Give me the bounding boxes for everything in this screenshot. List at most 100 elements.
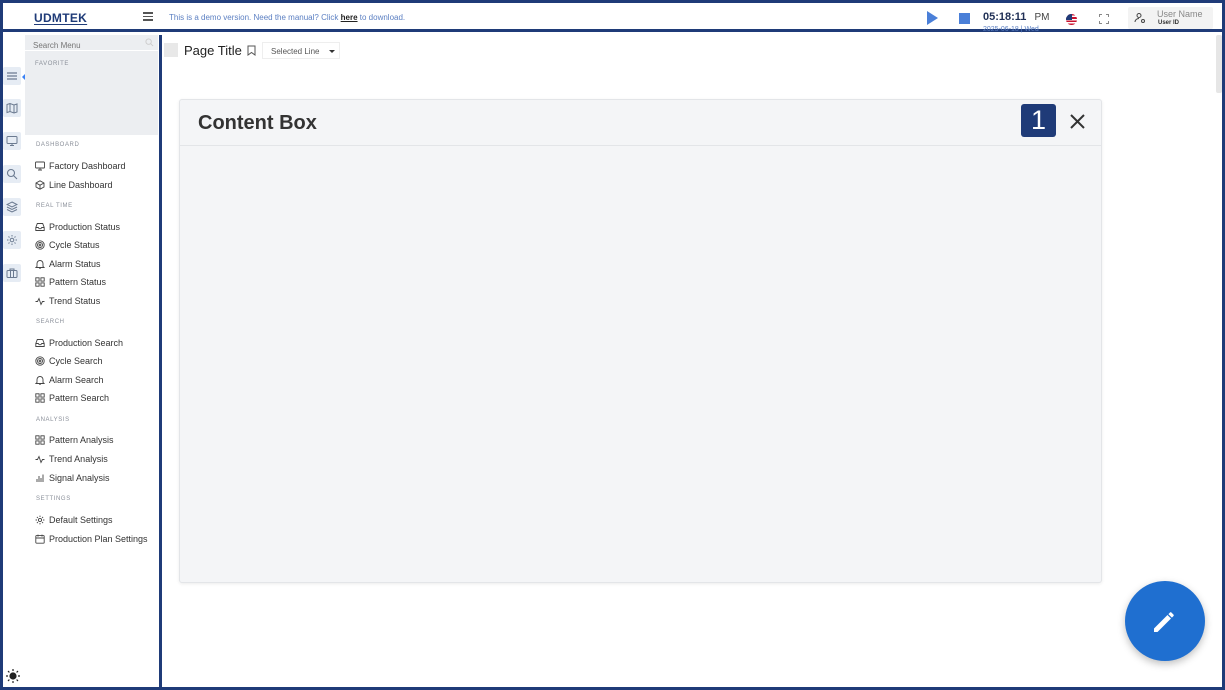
content-box-header: Content Box 1 xyxy=(180,100,1101,146)
logo-tagline: Unified Digital Manufacturing Technology xyxy=(34,28,89,32)
top-bar: UDMTEK Unified Digital Manufacturing Tec… xyxy=(3,3,1222,33)
menu-item-default-settings[interactable]: Default Settings xyxy=(35,513,113,527)
close-icon[interactable] xyxy=(1069,113,1086,130)
user-name: User Name xyxy=(1157,9,1203,19)
map-icon[interactable] xyxy=(3,99,21,117)
menu-item-label: Alarm Status xyxy=(49,259,101,269)
menu-item-trend-status[interactable]: Trend Status xyxy=(35,294,100,308)
menu-item-cycle-status[interactable]: Cycle Status xyxy=(35,238,100,252)
search-icon[interactable] xyxy=(3,165,21,183)
clock: 05:18:11 PM 2025-06-18 | Wed xyxy=(983,7,1049,33)
page-icon-placeholder xyxy=(164,43,178,57)
clock-date: 2025-06-18 | Wed xyxy=(983,26,1039,33)
content-box-badge: 1 xyxy=(1021,104,1056,137)
content-box-title: Content Box xyxy=(198,112,317,134)
menu-item-line-dashboard[interactable]: Line Dashboard xyxy=(35,178,113,192)
menu-item-label: Pattern Analysis xyxy=(49,435,114,445)
menu-item-label: Production Status xyxy=(49,222,121,232)
bar-chart-icon xyxy=(36,474,44,482)
clock-ampm: PM xyxy=(1034,12,1050,23)
menu-item-pattern-analysis[interactable]: Pattern Analysis xyxy=(35,433,114,447)
menu-item-label: Pattern Status xyxy=(49,277,107,287)
grid-icon xyxy=(35,393,45,403)
pencil-icon xyxy=(1154,612,1174,632)
menu-item-label: Factory Dashboard xyxy=(49,161,126,171)
bookmark-icon[interactable] xyxy=(247,45,256,56)
menu-item-alarm-status[interactable]: Alarm Status xyxy=(35,257,101,271)
logo-text: UDMTEK xyxy=(34,11,88,25)
menu-item-signal-analysis[interactable]: Signal Analysis xyxy=(35,471,110,485)
menu-item-label: Signal Analysis xyxy=(49,473,110,483)
menu-item-factory-dashboard[interactable]: Factory Dashboard xyxy=(35,159,126,173)
user-settings-icon xyxy=(1134,13,1145,23)
favorite-panel: FAVORITE xyxy=(25,51,158,135)
hamburger-menu-icon[interactable] xyxy=(143,12,153,21)
menu-icon[interactable] xyxy=(3,67,21,85)
menu-item-label: Cycle Status xyxy=(49,240,100,250)
logo[interactable]: UDMTEK Unified Digital Manufacturing Tec… xyxy=(34,9,88,32)
user-profile[interactable]: User Name User ID xyxy=(1128,7,1213,29)
menu-item-pattern-status[interactable]: Pattern Status xyxy=(35,275,106,289)
manual-download-link[interactable]: here xyxy=(341,13,358,22)
page-title: Page Title xyxy=(184,43,242,58)
page-scrollbar[interactable] xyxy=(1216,35,1222,93)
favorite-label: FAVORITE xyxy=(35,61,70,67)
inbox-icon xyxy=(35,339,45,347)
menu-item-label: Production Search xyxy=(49,338,124,348)
theme-toggle-icon[interactable] xyxy=(5,668,21,684)
menu-item-label: Cycle Search xyxy=(49,356,103,366)
caret-down-icon xyxy=(329,50,335,53)
target-icon xyxy=(35,356,45,366)
activity-icon xyxy=(35,297,45,306)
menu-item-label: Production Plan Settings xyxy=(49,534,148,544)
sidebar-menu: FAVORITE DASHBOARD Factory Dashboard Lin… xyxy=(25,35,162,687)
menu-item-label: Pattern Search xyxy=(49,393,110,403)
menu-item-label: Default Settings xyxy=(49,515,113,525)
menu-item-label: Trend Status xyxy=(49,296,101,306)
menu-search-box xyxy=(25,35,158,53)
menu-item-cycle-search[interactable]: Cycle Search xyxy=(35,354,103,368)
inbox-icon xyxy=(35,223,45,231)
calendar-icon xyxy=(35,534,45,544)
grid-icon xyxy=(35,277,45,287)
grid-icon xyxy=(35,435,45,445)
target-icon xyxy=(35,240,45,250)
bell-icon xyxy=(35,260,45,269)
content-box: Content Box 1 xyxy=(179,99,1102,583)
stop-icon[interactable] xyxy=(959,13,970,24)
layers-icon[interactable] xyxy=(3,198,21,216)
section-label-real-time: REAL TIME xyxy=(36,203,73,209)
menu-item-production-status[interactable]: Production Status xyxy=(35,220,120,234)
monitor-icon[interactable] xyxy=(3,132,21,150)
settings-icon[interactable] xyxy=(3,231,21,249)
us-flag-icon[interactable] xyxy=(1066,14,1077,25)
icon-rail xyxy=(3,35,26,687)
cube-icon xyxy=(35,180,45,190)
clock-time: 05:18:11 xyxy=(983,11,1027,23)
menu-item-production-search[interactable]: Production Search xyxy=(35,336,123,350)
menu-item-production-plan-settings[interactable]: Production Plan Settings xyxy=(35,532,148,546)
play-icon[interactable] xyxy=(927,11,938,25)
bell-icon xyxy=(35,376,45,385)
line-select-value: Selected Line xyxy=(271,47,320,56)
menu-item-label: Trend Analysis xyxy=(49,454,108,464)
gear-icon xyxy=(35,515,45,525)
search-icon xyxy=(145,38,154,47)
monitor-icon xyxy=(35,161,45,171)
user-id: User ID xyxy=(1158,20,1180,26)
menu-item-trend-analysis[interactable]: Trend Analysis xyxy=(35,452,108,466)
demo-notice: This is a demo version. Need the manual?… xyxy=(169,13,405,22)
section-label-analysis: ANALYSIS xyxy=(36,417,70,423)
fullscreen-icon[interactable] xyxy=(1099,14,1109,24)
line-select-dropdown[interactable]: Selected Line xyxy=(262,42,340,59)
activity-icon xyxy=(35,455,45,464)
demo-notice-suffix: to download. xyxy=(357,13,406,22)
menu-item-alarm-search[interactable]: Alarm Search xyxy=(35,373,104,387)
menu-item-pattern-search[interactable]: Pattern Search xyxy=(35,391,109,405)
edit-fab-button[interactable] xyxy=(1125,581,1205,661)
menu-item-label: Line Dashboard xyxy=(49,180,113,190)
menu-item-label: Alarm Search xyxy=(49,375,104,385)
section-label-search: SEARCH xyxy=(36,319,65,325)
briefcase-icon[interactable] xyxy=(3,264,21,282)
demo-notice-prefix: This is a demo version. Need the manual?… xyxy=(169,13,341,22)
